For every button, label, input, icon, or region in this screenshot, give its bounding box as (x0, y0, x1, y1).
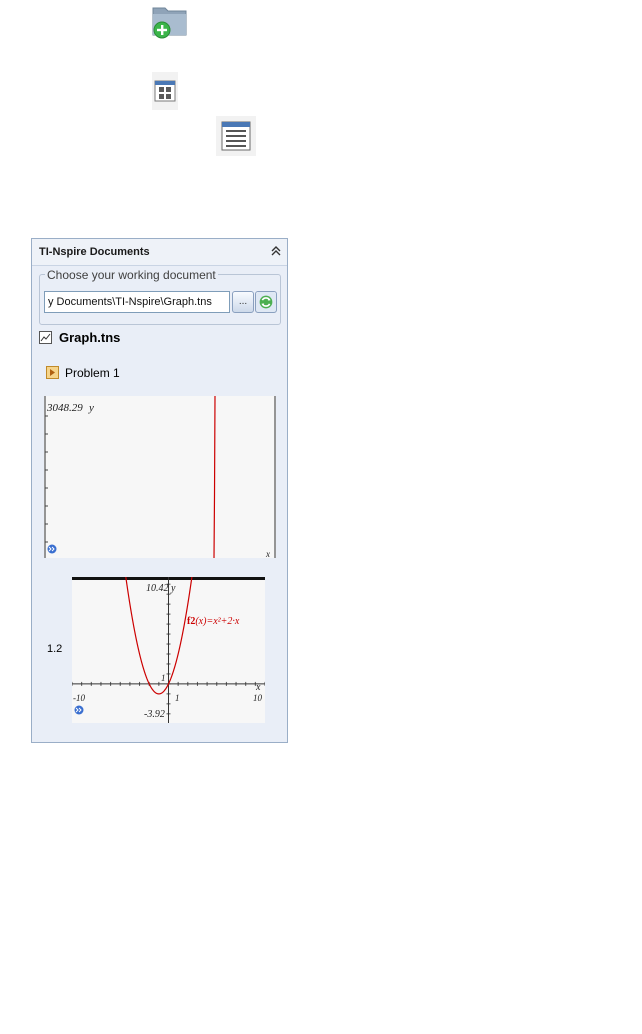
ymin-label: -3.92 (144, 709, 165, 720)
y-axis-label: y (88, 402, 94, 414)
x-tick-label: 1 (175, 693, 180, 703)
document-path-field[interactable]: y Documents\TI-Nspire\Graph.tns (44, 291, 230, 313)
expand-icon (74, 705, 84, 715)
list-view-icon[interactable] (216, 116, 256, 156)
group-legend: Choose your working document (45, 268, 218, 282)
function-name: f2 (187, 616, 195, 627)
ti-nspire-documents-panel: TI-Nspire Documents Choose your working … (31, 238, 288, 743)
panel-title: TI-Nspire Documents (39, 246, 150, 258)
double-chevron-up-icon[interactable] (269, 244, 283, 258)
browse-button[interactable]: ... (232, 291, 254, 313)
xmin-label: -10 (73, 693, 85, 703)
xmax-label: 10 (253, 693, 263, 703)
expand-icon (47, 544, 57, 554)
ymax-label: 3048.29 (46, 402, 83, 414)
y-axis-label: y (170, 583, 176, 594)
graph-1-2: 10.42 y x -10 10 1 1 -3.92 f2(x)=x²+2·x (71, 534, 266, 723)
ymax-label: 10.42 (146, 583, 169, 594)
problem-label: Problem 1 (65, 366, 120, 380)
panel-header: TI-Nspire Documents (32, 239, 287, 266)
x-axis-label: x (265, 549, 270, 558)
page-thumbnail-1-2[interactable]: 10.42 y x -10 10 1 1 -3.92 f2(x)=x²+2·x (71, 534, 266, 723)
x-axis-label: x (255, 682, 261, 693)
working-document-group: Choose your working document y Documents… (39, 268, 281, 325)
document-graph-icon (39, 331, 52, 344)
refresh-icon[interactable] (255, 291, 277, 313)
problem-icon (46, 366, 59, 379)
function-expr: (x)=x²+2·x (195, 616, 240, 627)
grid-view-icon[interactable] (152, 72, 178, 110)
function-label: f2(x)=x²+2·x (187, 616, 240, 627)
page-thumbnail-1-1[interactable]: 3048.29 y x (44, 395, 276, 559)
document-name: Graph.tns (59, 330, 121, 345)
graph-1-1: 3048.29 y x (44, 395, 276, 559)
y-tick-label: 1 (161, 673, 166, 683)
page-number: 1.2 (47, 643, 63, 655)
new-folder-icon[interactable] (150, 0, 190, 40)
